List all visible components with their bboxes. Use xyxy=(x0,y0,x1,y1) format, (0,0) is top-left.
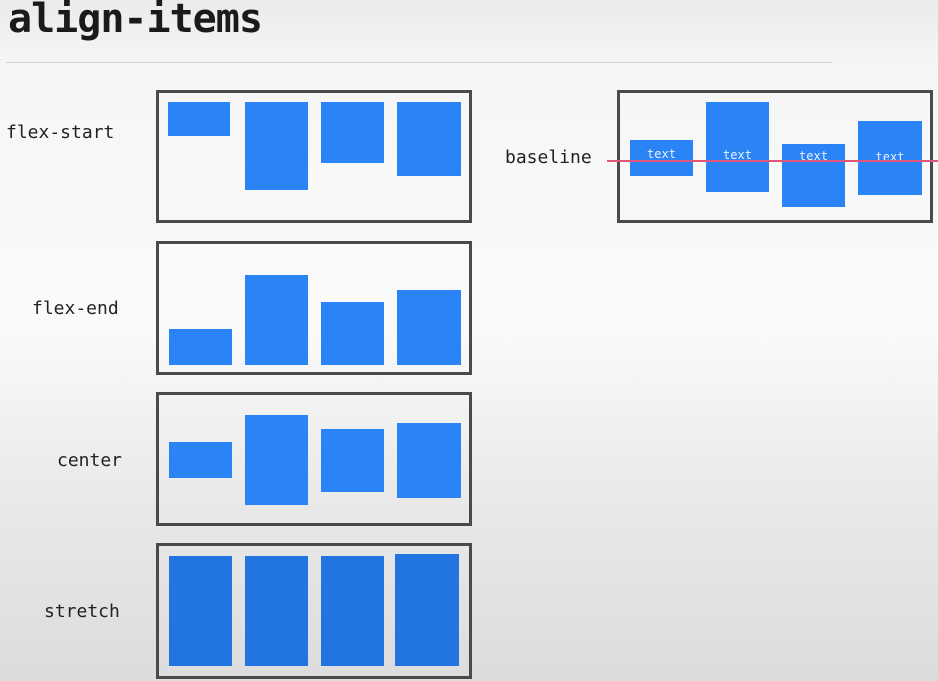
flex-item-2: text xyxy=(706,102,769,192)
flex-end-demo-container xyxy=(156,241,472,375)
stretch-demo-container xyxy=(156,543,472,679)
flex-item-3: text xyxy=(782,144,845,207)
flex-item-3 xyxy=(321,556,384,666)
flex-start-demo-container xyxy=(156,90,472,223)
flex-item-4 xyxy=(397,102,461,176)
flex-item-2 xyxy=(245,415,308,505)
flex-item-3 xyxy=(321,302,384,365)
item-text: text xyxy=(647,147,676,161)
flex-item-1 xyxy=(169,556,232,666)
baseline-label: baseline xyxy=(505,147,592,168)
flex-item-4: text xyxy=(858,121,922,195)
stretch-label: stretch xyxy=(44,601,120,622)
flex-item-1: text xyxy=(630,140,693,176)
flex-item-4 xyxy=(395,554,459,666)
flex-item-2 xyxy=(245,102,308,190)
flex-item-4 xyxy=(397,290,461,365)
center-demo-container xyxy=(156,392,472,526)
title-divider xyxy=(6,62,832,63)
flex-item-4 xyxy=(397,423,461,498)
baseline-demo-container: text text text text xyxy=(617,90,933,223)
flex-item-3 xyxy=(321,102,384,163)
center-label: center xyxy=(57,450,123,471)
flex-item-1 xyxy=(169,329,232,365)
flex-item-3 xyxy=(321,429,384,492)
baseline-indicator-line xyxy=(607,160,938,162)
flex-start-label: flex-start xyxy=(6,122,115,143)
flex-item-1 xyxy=(168,102,230,136)
page-title: align-items xyxy=(8,0,263,42)
flex-end-label: flex-end xyxy=(32,298,119,319)
flex-item-2 xyxy=(245,275,308,365)
flex-item-2 xyxy=(245,556,308,666)
flex-item-1 xyxy=(169,442,232,478)
